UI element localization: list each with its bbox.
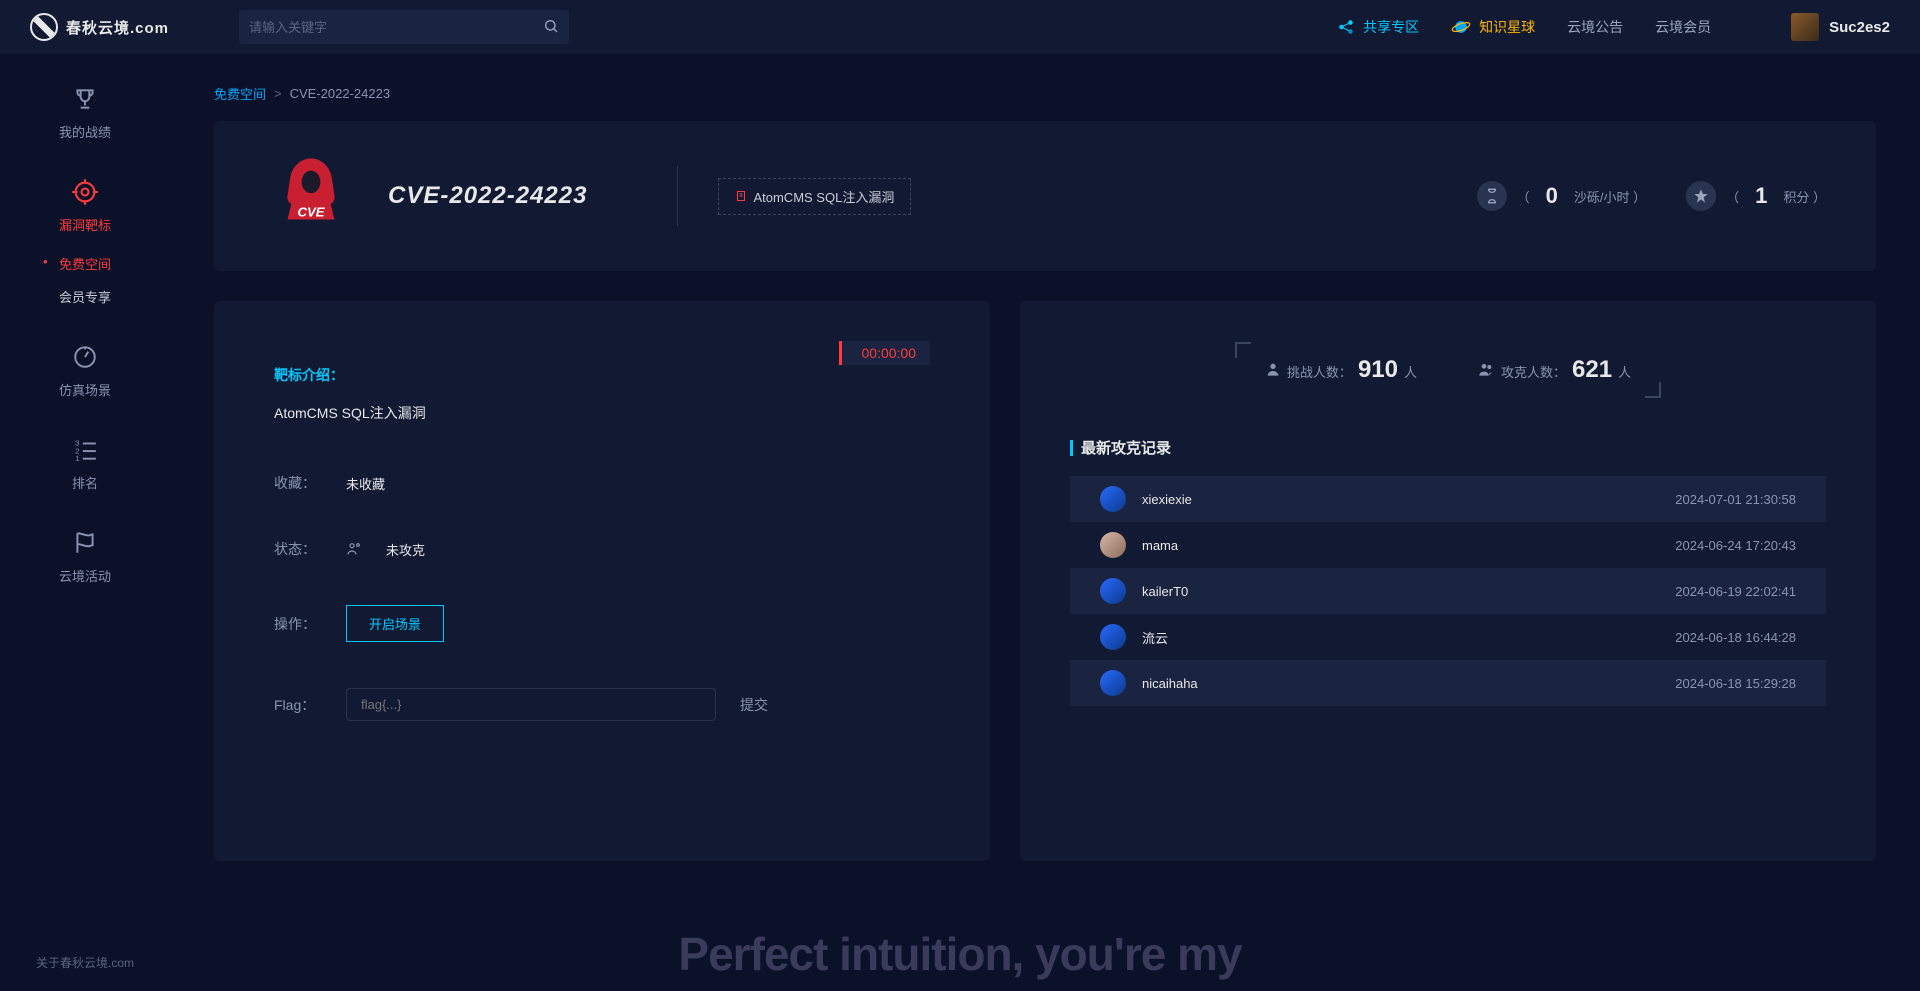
flag-icon xyxy=(70,528,100,558)
nav-member[interactable]: 云境会员 xyxy=(1655,17,1711,37)
nav-notice[interactable]: 云境公告 xyxy=(1567,17,1623,37)
stat-point: （ 1 积分 ） xyxy=(1686,181,1826,211)
sidebar-item-record[interactable]: 我的战绩 xyxy=(59,84,111,141)
tag-box: AtomCMS SQL注入漏洞 xyxy=(718,178,911,215)
sidebar-item-scene[interactable]: 仿真场景 xyxy=(59,342,111,399)
intro-text: AtomCMS SQL注入漏洞 xyxy=(274,403,930,423)
planet-icon xyxy=(1451,17,1471,37)
about-link[interactable]: 关于春秋云境.com xyxy=(36,954,134,971)
conquer-counter: 攻克人数： 621 人 xyxy=(1477,356,1631,384)
rank-icon: 321 xyxy=(70,435,100,465)
svg-text:CVE: CVE xyxy=(297,205,325,220)
breadcrumb-link[interactable]: 免费空间 xyxy=(214,84,266,103)
record-row: 流云 2024-06-18 16:44:28 xyxy=(1070,614,1826,660)
sidebar-item-rank[interactable]: 321 排名 xyxy=(70,435,100,492)
record-avatar xyxy=(1100,532,1126,558)
title-bar xyxy=(1070,440,1073,456)
submit-button[interactable]: 提交 xyxy=(740,695,768,715)
sidebar: 我的战绩 漏洞靶标 免费空间 会员专享 仿真场景 321 排名 云境活动 关于春… xyxy=(0,54,170,991)
nav-knowledge-star[interactable]: 知识星球 xyxy=(1451,17,1535,37)
sidebar-sub-items: 免费空间 会员专享 xyxy=(0,254,170,306)
top-right-nav: 共享专区 知识星球 云境公告 云境会员 Suc2es2 xyxy=(1337,13,1890,41)
record-avatar xyxy=(1100,624,1126,650)
stat-sand: （ 0 沙砾/小时 ） xyxy=(1477,181,1647,211)
status-value: 未攻克 xyxy=(386,540,425,559)
divider xyxy=(677,166,678,226)
point-icon xyxy=(1686,181,1716,211)
columns: 00:00:00 靶标介绍： AtomCMS SQL注入漏洞 收藏： 未收藏 状… xyxy=(214,301,1876,861)
breadcrumb: 免费空间 > CVE-2022-24223 xyxy=(214,84,1876,103)
start-button[interactable]: 开启场景 xyxy=(346,605,444,642)
challenge-counter: 挑战人数： 910 人 xyxy=(1265,356,1417,384)
doc-icon xyxy=(735,190,747,202)
search-box xyxy=(239,10,569,44)
status-row: 状态： 未攻克 xyxy=(274,539,930,559)
target-icon xyxy=(70,177,100,207)
record-avatar xyxy=(1100,578,1126,604)
nav-share-zone[interactable]: 共享专区 xyxy=(1337,17,1419,37)
record-row: xiexiexie 2024-07-01 21:30:58 xyxy=(1070,476,1826,522)
hourglass-icon xyxy=(1477,181,1507,211)
sidebar-sub-vip[interactable]: 会员专享 xyxy=(59,287,111,306)
record-avatar xyxy=(1100,486,1126,512)
fav-row: 收藏： 未收藏 xyxy=(274,473,930,493)
breadcrumb-current: CVE-2022-24223 xyxy=(290,86,390,101)
sidebar-item-activity[interactable]: 云境活动 xyxy=(59,528,111,585)
timer: 00:00:00 xyxy=(839,341,931,365)
floating-text: Perfect intuition, you're my xyxy=(678,927,1241,981)
user-avatar xyxy=(1791,13,1819,41)
logo[interactable]: 春秋云境.com xyxy=(30,13,169,41)
username: Suc2es2 xyxy=(1829,19,1890,36)
section-title: 最新攻克记录 xyxy=(1070,437,1826,458)
scene-icon xyxy=(70,342,100,372)
share-icon xyxy=(1337,18,1355,36)
record-list: xiexiexie 2024-07-01 21:30:58 mama 2024-… xyxy=(1070,476,1826,706)
record-row: mama 2024-06-24 17:20:43 xyxy=(1070,522,1826,568)
user-menu[interactable]: Suc2es2 xyxy=(1791,13,1890,41)
trophy-icon xyxy=(70,84,100,114)
action-row: 操作： 开启场景 xyxy=(274,605,930,642)
counter-box: 挑战人数： 910 人 攻克人数： 621 人 xyxy=(1234,341,1662,399)
people-icon xyxy=(1477,361,1495,377)
record-row: kailerT0 2024-06-19 22:02:41 xyxy=(1070,568,1826,614)
search-button[interactable] xyxy=(543,18,559,37)
breadcrumb-sep: > xyxy=(274,86,282,101)
cve-title: CVE-2022-24223 xyxy=(388,182,587,210)
cve-badge-icon: CVE xyxy=(264,149,358,243)
flag-input[interactable] xyxy=(346,688,716,721)
stats-group: （ 0 沙砾/小时 ） （ 1 积分 ） xyxy=(1477,181,1826,211)
person-icon xyxy=(1265,361,1281,377)
status-icon xyxy=(346,541,362,557)
layout: 我的战绩 漏洞靶标 免费空间 会员专享 仿真场景 321 排名 云境活动 关于春… xyxy=(0,54,1920,991)
search-input[interactable] xyxy=(249,20,543,35)
intro-label: 靶标介绍： xyxy=(274,365,930,385)
fav-value[interactable]: 未收藏 xyxy=(346,474,385,493)
search-icon xyxy=(543,18,559,34)
logo-text: 春秋云境.com xyxy=(66,17,169,38)
timer-row: 00:00:00 xyxy=(274,341,930,365)
sidebar-sub-free[interactable]: 免费空间 xyxy=(59,254,111,273)
sidebar-item-target[interactable]: 漏洞靶标 xyxy=(59,177,111,234)
content: 免费空间 > CVE-2022-24223 CVE CVE-2022-24223… xyxy=(170,54,1920,991)
record-avatar xyxy=(1100,670,1126,696)
svg-text:1: 1 xyxy=(75,454,79,463)
logo-icon xyxy=(30,13,58,41)
detail-card: 00:00:00 靶标介绍： AtomCMS SQL注入漏洞 收藏： 未收藏 状… xyxy=(214,301,990,861)
records-card: 挑战人数： 910 人 攻克人数： 621 人 最新攻克记录 xyxy=(1020,301,1876,861)
header-card: CVE CVE-2022-24223 AtomCMS SQL注入漏洞 （ 0 沙… xyxy=(214,121,1876,271)
flag-row: Flag： 提交 xyxy=(274,688,930,721)
record-row: nicaihaha 2024-06-18 15:29:28 xyxy=(1070,660,1826,706)
topbar: 春秋云境.com 共享专区 知识星球 云境公告 云境会员 Suc2es2 xyxy=(0,0,1920,54)
